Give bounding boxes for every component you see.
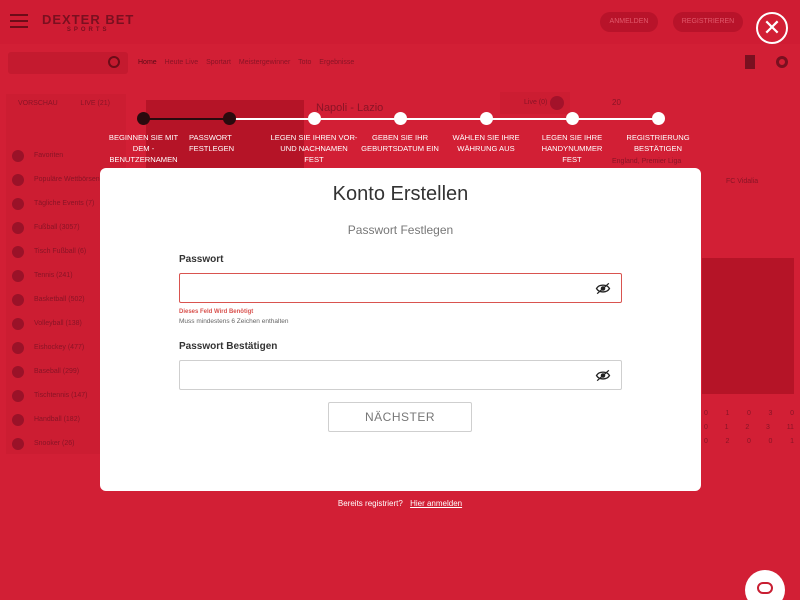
- registration-stepper: BEGINNEN SIE MIT DEM - BENUTZERNAMEN PAS…: [0, 112, 800, 164]
- chat-icon: [757, 582, 773, 594]
- step-label: REGISTRIERUNG BESTÄTIGEN: [626, 133, 690, 153]
- login-button[interactable]: ANMELDEN: [600, 12, 658, 32]
- live-panel: Live (0): [500, 92, 570, 114]
- nav-item[interactable]: Meistergewinner: [239, 59, 290, 66]
- stepper-line-progress: [143, 118, 229, 120]
- step-dot[interactable]: [394, 112, 407, 125]
- menu-icon[interactable]: [10, 14, 28, 28]
- stat-cell: 11: [786, 424, 794, 431]
- main-nav: Home Heute Live Sportart Meistergewinner…: [138, 59, 360, 66]
- stat-cell: 0: [704, 410, 708, 417]
- step-dot[interactable]: [480, 112, 493, 125]
- step-dot[interactable]: [223, 112, 236, 125]
- stat-cell: 3: [768, 410, 773, 417]
- step-label: LEGEN SIE IHRE HANDYNUMMER FEST: [541, 133, 603, 164]
- step-dot[interactable]: [308, 112, 321, 125]
- next-button[interactable]: NÄCHSTER: [328, 402, 472, 432]
- nav-item[interactable]: Heute Live: [165, 59, 198, 66]
- stat-cell: 1: [724, 424, 729, 431]
- password-hint: Muss mindestens 6 Zeichen enthalten: [179, 318, 289, 325]
- stat-cell: 1: [790, 438, 794, 445]
- stat-cell: 1: [725, 410, 730, 417]
- eye-off-icon[interactable]: [595, 282, 611, 295]
- live-panel-title: Live (0): [524, 99, 548, 106]
- step-dot[interactable]: [652, 112, 665, 125]
- step-dot[interactable]: [137, 112, 150, 125]
- nav-item[interactable]: Home: [138, 59, 157, 66]
- nav-item[interactable]: Toto: [298, 59, 311, 66]
- stat-cell: 2: [725, 438, 730, 445]
- create-account-modal: Konto Erstellen Passwort Festlegen Passw…: [100, 168, 701, 491]
- pitch-image: [702, 258, 794, 394]
- login-link[interactable]: Hier anmelden: [410, 499, 462, 508]
- stat-cell: 0: [790, 410, 794, 417]
- team-name: FC Vidalia: [726, 178, 759, 185]
- confirm-password-label: Passwort Bestätigen: [179, 341, 278, 352]
- modal-subtitle: Passwort Festlegen: [347, 223, 454, 237]
- gear-icon[interactable]: [776, 56, 788, 68]
- betslip-icon[interactable]: [745, 55, 755, 69]
- live-count: 20: [612, 98, 621, 107]
- stat-cell: 0: [747, 410, 751, 417]
- step-label: PASSWORT FESTLEGEN: [189, 133, 235, 153]
- top-bar: DEXTER BET SPORTS ANMELDEN REGISTRIEREN: [0, 0, 800, 44]
- stat-cell: 3: [766, 424, 770, 431]
- modal-title: Konto Erstellen: [332, 183, 469, 205]
- confirm-password-input[interactable]: [180, 361, 580, 389]
- step-label: BEGINNEN SIE MIT DEM - BENUTZERNAMEN: [108, 133, 179, 164]
- stat-cell: 2: [745, 424, 750, 431]
- stat-cell: 0: [704, 438, 708, 445]
- login-prompt: Bereits registriert? Hier anmelden: [0, 499, 800, 508]
- search-icon[interactable]: [108, 56, 120, 68]
- confirm-password-field-wrapper: [179, 360, 622, 390]
- step-label: GEBEN SIE IHR GEBURTSDATUM EIN: [361, 133, 439, 153]
- nav-item[interactable]: Sportart: [206, 59, 231, 66]
- password-label: Passwort: [179, 254, 224, 265]
- register-button[interactable]: REGISTRIEREN: [673, 12, 743, 32]
- close-icon: ✕: [762, 15, 782, 40]
- step-label: WÄHLEN SIE IHRE WÄHRUNG AUS: [452, 133, 520, 153]
- eye-off-icon[interactable]: [595, 369, 611, 382]
- already-registered-text: Bereits registriert?: [337, 499, 403, 508]
- stat-cell: 0: [747, 438, 751, 445]
- step-dot[interactable]: [566, 112, 579, 125]
- nav-item[interactable]: Ergebnisse: [319, 59, 354, 66]
- close-button[interactable]: ✕: [756, 12, 788, 44]
- live-badge-icon: [550, 96, 564, 110]
- stat-cell: 0: [704, 424, 708, 431]
- stat-cell: 0: [768, 438, 773, 445]
- password-field-wrapper: [179, 273, 622, 303]
- stats-grid: 0 1 0 3 0 0 1 2 3 11 0 2 0 0 1: [704, 410, 794, 452]
- password-input[interactable]: [180, 274, 580, 302]
- password-error: Dieses Feld Wird Benötigt: [179, 309, 254, 315]
- logo: DEXTER BET SPORTS: [42, 12, 135, 33]
- step-label: LEGEN SIE IHREN VOR- UND NACHNAMEN FEST: [270, 133, 358, 164]
